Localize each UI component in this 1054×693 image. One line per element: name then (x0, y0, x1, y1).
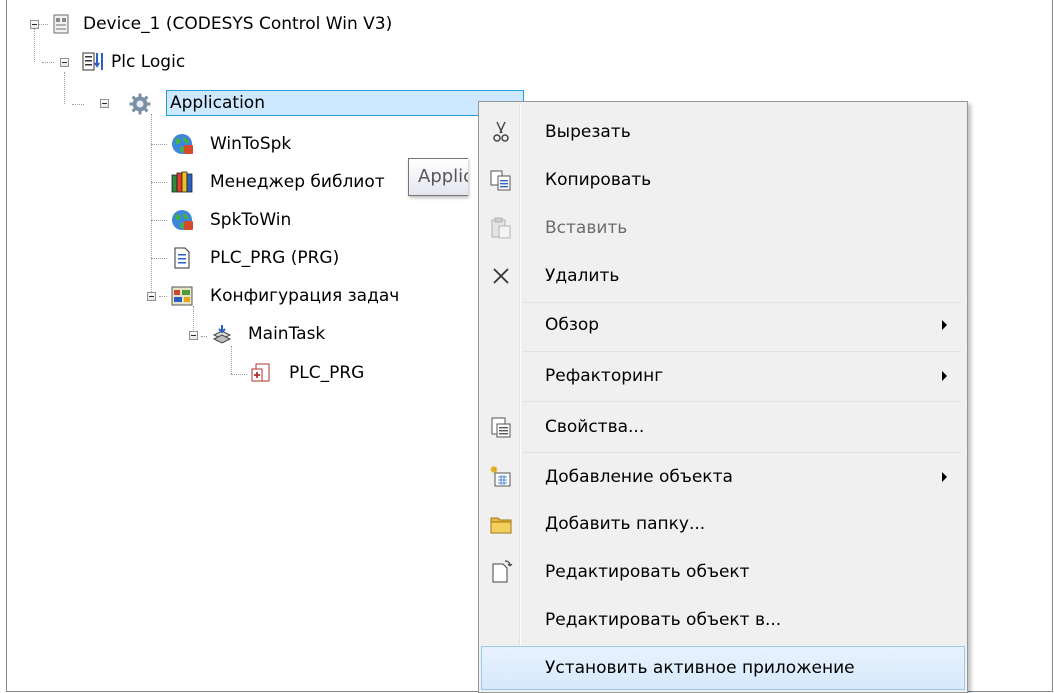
tree-connector (231, 346, 232, 374)
paste-icon (489, 216, 513, 240)
plc-logic-icon (80, 50, 104, 74)
globe-icon (170, 208, 194, 232)
tree-connector (151, 258, 167, 259)
library-books-icon (170, 170, 194, 194)
device-icon (50, 12, 74, 36)
maintask-collapse-toggle[interactable] (189, 331, 198, 340)
task-config-icon (170, 284, 194, 308)
menu-item-add-folder[interactable]: Добавить папку... (481, 502, 965, 546)
document-icon (170, 246, 194, 270)
tooltip: Application (408, 158, 468, 196)
add-object-icon (489, 465, 513, 489)
program-call-icon (249, 361, 273, 385)
menu-item-delete[interactable]: Удалить (481, 254, 965, 298)
menu-item-cut[interactable]: Вырезать (481, 110, 965, 154)
tree-item-device[interactable]: Device_1 (CODESYS Control Win V3) (80, 11, 395, 37)
menu-item-label: Вырезать (545, 122, 631, 142)
menu-item-properties[interactable]: Свойства... (481, 405, 965, 449)
tree-connector (39, 24, 48, 25)
context-menu: Вырезать Копировать Вставить Удалить Обз… (478, 101, 968, 693)
menu-item-label: Копировать (545, 170, 652, 190)
properties-icon (489, 415, 513, 439)
menu-item-refactoring[interactable]: Рефакторинг (481, 354, 965, 398)
submenu-arrow-icon (942, 472, 947, 482)
menu-item-copy[interactable]: Копировать (481, 158, 965, 202)
device-collapse-toggle[interactable] (30, 20, 39, 29)
menu-item-label: Рефакторинг (545, 366, 664, 386)
scissors-icon (489, 120, 513, 144)
tree-connector (231, 374, 247, 375)
tree-item-spktowin[interactable]: SpkToWin (207, 207, 294, 233)
copy-icon (489, 168, 513, 192)
menu-item-add-object[interactable]: Добавление объекта (481, 455, 965, 499)
application-collapse-toggle[interactable] (100, 99, 109, 108)
tree-item-plc-prg[interactable]: PLC_PRG (PRG) (207, 245, 342, 271)
tree-connector (64, 72, 65, 104)
tree-connector (151, 182, 167, 183)
tree-item-task-plc-prg[interactable]: PLC_PRG (286, 360, 367, 386)
menu-item-label: Редактировать объект в... (545, 610, 782, 630)
menu-item-label: Удалить (545, 266, 620, 286)
task-config-collapse-toggle[interactable] (147, 292, 156, 301)
tree-item-plc-logic[interactable]: Plc Logic (108, 49, 188, 75)
menu-item-label: Установить активное приложение (545, 658, 855, 678)
edit-document-icon (489, 560, 513, 584)
tree-connector (72, 104, 84, 105)
tree-connector (201, 336, 207, 337)
menu-item-browse[interactable]: Обзор (481, 303, 965, 347)
menu-item-set-active-application[interactable]: Установить активное приложение (481, 646, 965, 690)
tree-item-task-config[interactable]: Конфигурация задач (207, 283, 402, 309)
folder-icon (489, 512, 513, 536)
tree-connector (42, 62, 54, 63)
tree-item-library-manager[interactable]: Менеджер библиот (207, 169, 416, 195)
menu-item-label: Свойства... (545, 417, 645, 437)
tree-connector (151, 144, 167, 145)
menu-item-label: Добавление объекта (545, 467, 733, 487)
tree-connector (151, 220, 167, 221)
menu-item-label: Вставить (545, 218, 628, 238)
menu-item-label: Редактировать объект (545, 562, 750, 582)
tree-item-application[interactable]: Application (166, 90, 524, 116)
menu-item-edit-object-with[interactable]: Редактировать объект в... (481, 598, 965, 642)
menu-item-paste[interactable]: Вставить (481, 206, 965, 250)
submenu-arrow-icon (942, 371, 947, 381)
task-icon (210, 323, 234, 347)
tree-connector (151, 114, 152, 296)
tree-item-wintospk[interactable]: WinToSpk (207, 131, 294, 157)
menu-separator (523, 401, 961, 402)
globe-icon (170, 132, 194, 156)
delete-x-icon (489, 264, 513, 288)
menu-separator (523, 351, 961, 352)
tree-connector (34, 28, 35, 62)
tree-connector (159, 296, 167, 297)
menu-item-label: Обзор (545, 315, 600, 335)
menu-item-label: Добавить папку... (545, 514, 706, 534)
tree-item-maintask[interactable]: MainTask (245, 321, 328, 347)
plc-logic-collapse-toggle[interactable] (60, 58, 69, 67)
menu-separator (523, 452, 961, 453)
gear-icon (128, 92, 152, 116)
menu-item-edit-object[interactable]: Редактировать объект (481, 550, 965, 594)
submenu-arrow-icon (942, 320, 947, 330)
